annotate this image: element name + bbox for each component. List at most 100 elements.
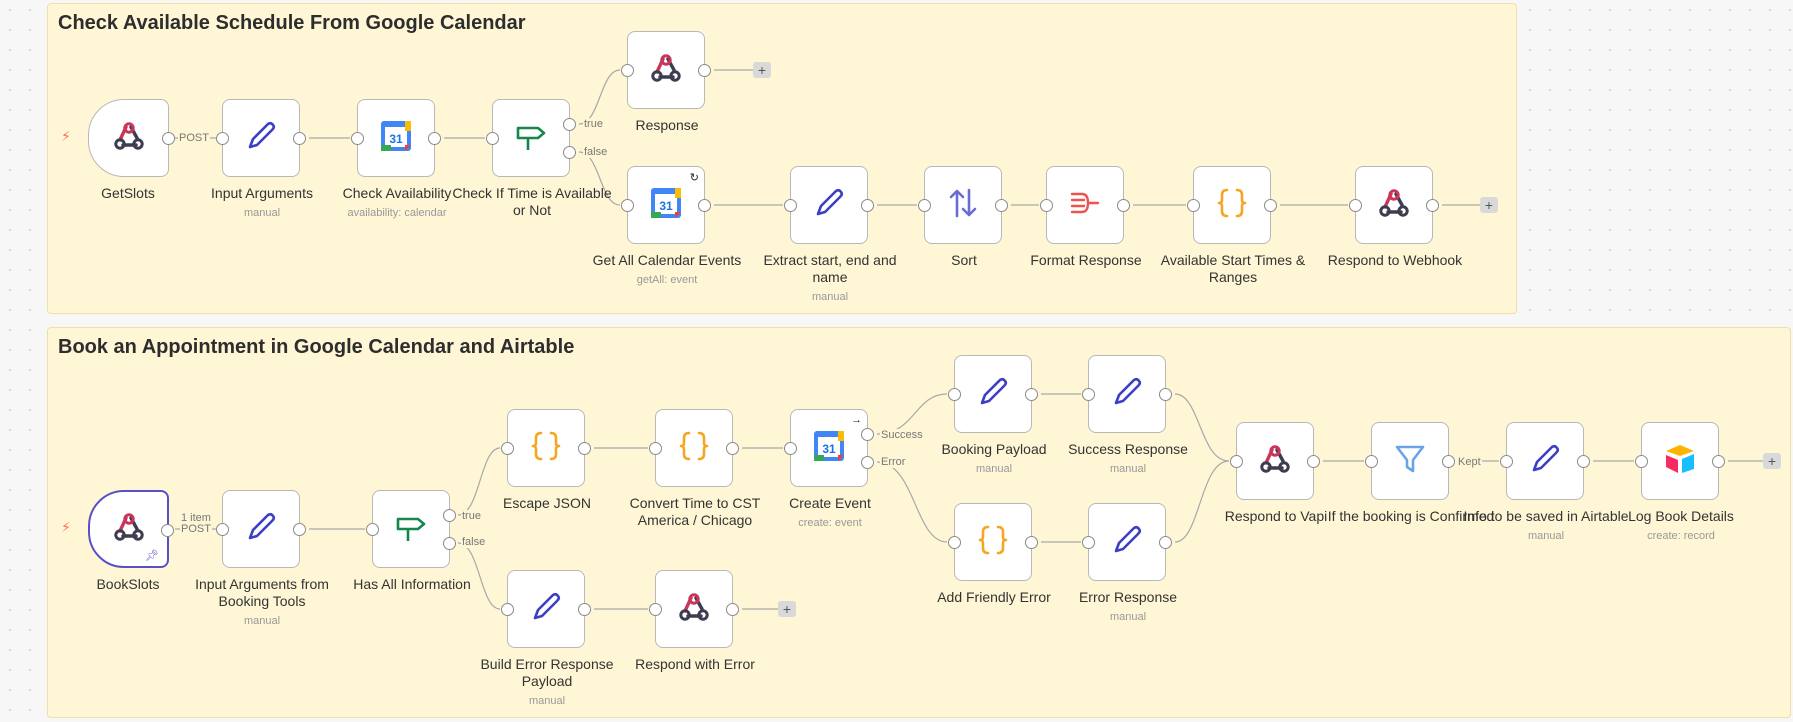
output-port[interactable] <box>293 523 306 536</box>
node-create-event[interactable]: 31 → <box>784 409 874 487</box>
pencil-icon <box>244 119 278 158</box>
output-port[interactable] <box>1712 455 1725 468</box>
code-braces-icon <box>1215 186 1249 225</box>
node-build-error-response[interactable] <box>501 570 591 648</box>
input-port[interactable] <box>366 523 379 536</box>
input-port[interactable] <box>621 199 634 212</box>
node-sort[interactable] <box>918 166 1008 244</box>
output-port[interactable] <box>698 199 711 212</box>
input-port[interactable] <box>486 132 499 145</box>
input-port[interactable] <box>649 442 662 455</box>
input-port[interactable] <box>948 536 961 549</box>
node-response[interactable] <box>621 31 711 109</box>
node-respond-with-error[interactable] <box>649 570 739 648</box>
output-port[interactable] <box>1117 199 1130 212</box>
node-available-start-times[interactable] <box>1187 166 1277 244</box>
output-port-false[interactable] <box>563 146 576 159</box>
node-check-if-time-available[interactable] <box>486 99 576 177</box>
input-port[interactable] <box>784 442 797 455</box>
node-escape-json[interactable] <box>501 409 591 487</box>
input-port[interactable] <box>216 132 229 145</box>
input-port[interactable] <box>216 523 229 536</box>
node-label: Check If Time is Available or Not <box>452 185 612 218</box>
node-label: Get All Calendar Events getAll: event <box>582 252 752 289</box>
add-node-button[interactable]: + <box>1763 453 1781 469</box>
node-booking-payload[interactable] <box>948 355 1038 433</box>
output-port[interactable] <box>995 199 1008 212</box>
output-port[interactable] <box>1025 388 1038 401</box>
webhook-icon <box>1378 188 1410 223</box>
output-port[interactable] <box>1159 536 1172 549</box>
input-port[interactable] <box>784 199 797 212</box>
input-port[interactable] <box>1365 455 1378 468</box>
pin-icon: 📌︎ <box>145 550 159 562</box>
input-port[interactable] <box>501 442 514 455</box>
if-signpost-icon <box>514 119 548 158</box>
node-format-response[interactable] <box>1040 166 1130 244</box>
sticky-title: Book an Appointment in Google Calendar a… <box>58 336 575 358</box>
input-port[interactable] <box>1500 455 1513 468</box>
node-success-response[interactable] <box>1082 355 1172 433</box>
node-extract-start-end-name[interactable] <box>784 166 874 244</box>
output-port-success[interactable] <box>861 428 874 441</box>
add-node-button[interactable]: + <box>1480 197 1498 213</box>
input-port[interactable] <box>1230 455 1243 468</box>
input-port[interactable] <box>351 132 364 145</box>
output-port[interactable] <box>861 199 874 212</box>
output-port[interactable] <box>698 64 711 77</box>
input-port[interactable] <box>649 603 662 616</box>
node-convert-time[interactable] <box>649 409 739 487</box>
input-port[interactable] <box>1187 199 1200 212</box>
input-port[interactable] <box>1040 199 1053 212</box>
node-has-all-information[interactable] <box>366 490 456 568</box>
node-get-all-calendar-events[interactable]: 31 ↻ <box>621 166 711 244</box>
pencil-icon <box>529 590 563 629</box>
output-port-false[interactable] <box>443 537 456 550</box>
node-if-booking-confirmed[interactable] <box>1365 422 1455 500</box>
node-getslots[interactable] <box>88 99 175 177</box>
edge-label-post: POST <box>180 523 212 535</box>
output-port[interactable] <box>578 442 591 455</box>
node-input-arguments-booking[interactable] <box>216 490 306 568</box>
output-port[interactable] <box>1442 455 1455 468</box>
node-subtitle: create: record <box>1647 530 1715 542</box>
input-port[interactable] <box>1082 388 1095 401</box>
output-port[interactable] <box>1264 199 1277 212</box>
input-port[interactable] <box>1635 455 1648 468</box>
output-port-error[interactable] <box>861 456 874 469</box>
edge-label-error: Error <box>880 456 907 468</box>
sticky-title: Check Available Schedule From Google Cal… <box>58 12 526 34</box>
node-info-airtable[interactable] <box>1500 422 1590 500</box>
output-port[interactable] <box>726 442 739 455</box>
node-respond-to-vapi[interactable] <box>1230 422 1320 500</box>
input-port[interactable] <box>621 64 634 77</box>
output-port[interactable] <box>1577 455 1590 468</box>
node-input-arguments[interactable] <box>216 99 306 177</box>
input-port[interactable] <box>948 388 961 401</box>
output-port[interactable] <box>726 603 739 616</box>
input-port[interactable] <box>918 199 931 212</box>
node-add-friendly-error[interactable] <box>948 503 1038 581</box>
node-respond-to-webhook[interactable] <box>1349 166 1439 244</box>
input-port[interactable] <box>1082 536 1095 549</box>
output-port-true[interactable] <box>563 118 576 131</box>
output-port[interactable] <box>1426 199 1439 212</box>
output-port[interactable] <box>161 524 174 537</box>
input-port[interactable] <box>501 603 514 616</box>
output-port[interactable] <box>162 132 175 145</box>
output-port[interactable] <box>428 132 441 145</box>
output-port-true[interactable] <box>443 509 456 522</box>
output-port[interactable] <box>1159 388 1172 401</box>
node-log-book-details[interactable] <box>1635 422 1725 500</box>
node-check-availability[interactable]: 31 <box>351 99 441 177</box>
node-error-response[interactable] <box>1082 503 1172 581</box>
pencil-icon <box>812 186 846 225</box>
input-port[interactable] <box>1349 199 1362 212</box>
output-port[interactable] <box>578 603 591 616</box>
add-node-button[interactable]: + <box>753 62 771 78</box>
output-port[interactable] <box>293 132 306 145</box>
output-port[interactable] <box>1025 536 1038 549</box>
add-node-button[interactable]: + <box>778 601 796 617</box>
output-port[interactable] <box>1307 455 1320 468</box>
node-bookslots[interactable]: 📌︎ <box>88 490 174 568</box>
